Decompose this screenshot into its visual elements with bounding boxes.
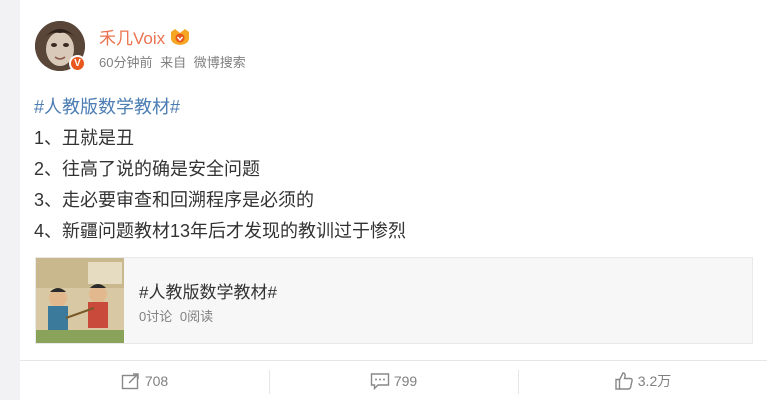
action-bar: 708 799 3.2万 — [20, 361, 767, 400]
content-line-3: 3、走必要审查和回溯程序是必须的 — [34, 190, 315, 210]
like-button[interactable]: 3.2万 — [518, 361, 767, 400]
content-line-4: 4、新疆问题教材13年后才发现的教训过于惨烈 — [34, 221, 407, 241]
like-count: 3.2万 — [637, 372, 672, 389]
topic-card-title[interactable]: #人教版数学教材# — [139, 278, 277, 303]
comment-button[interactable]: 799 — [269, 361, 518, 400]
thumbs-up-icon — [615, 371, 633, 390]
comment-icon — [370, 372, 390, 390]
topic-link[interactable]: #人教版数学教材# — [34, 92, 406, 123]
verified-icon: V — [69, 55, 86, 72]
topic-card[interactable]: #人教版数学教材# 0讨论 0阅读 — [35, 257, 753, 344]
username[interactable]: 禾几Voix — [99, 24, 165, 49]
post-time[interactable]: 60分钟前 — [99, 55, 152, 70]
comment-count: 799 — [393, 372, 418, 389]
source-prefix: 来自 — [160, 55, 187, 70]
name-row: 禾几Voix — [99, 24, 191, 49]
post-source[interactable]: 微博搜索 — [194, 55, 246, 70]
forward-count: 708 — [144, 372, 169, 389]
vip-badge-icon[interactable] — [169, 28, 191, 46]
discussion-count: 0讨论 — [139, 309, 173, 324]
read-count: 0阅读 — [179, 309, 214, 324]
forward-icon — [121, 372, 139, 389]
weibo-post-card: V 禾几Voix 60分钟前 来自 微博搜索 #人教版数学教材# 1、丑就是丑 … — [20, 0, 767, 400]
post-content: #人教版数学教材# 1、丑就是丑 2、往高了说的确是安全问题 3、走必要审查和回… — [34, 92, 406, 247]
content-line-1: 1、丑就是丑 — [34, 128, 135, 148]
post-meta: 60分钟前 来自 微博搜索 — [99, 52, 250, 71]
forward-button[interactable]: 708 — [20, 361, 269, 400]
content-line-2: 2、往高了说的确是安全问题 — [34, 159, 261, 179]
topic-card-stats: 0讨论 0阅读 — [139, 306, 217, 325]
topic-thumbnail — [36, 258, 124, 343]
